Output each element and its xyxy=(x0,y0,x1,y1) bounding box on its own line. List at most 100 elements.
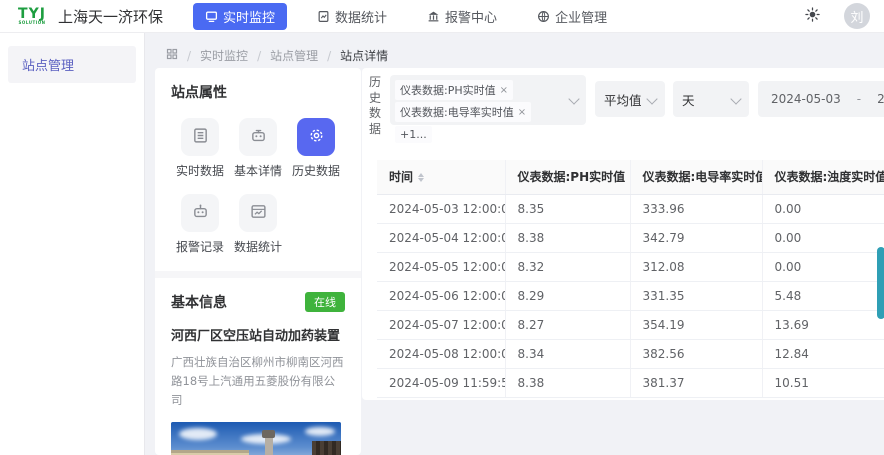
chevron-down-icon xyxy=(646,93,658,105)
metric-multiselect[interactable]: 仪表数据:PH实时值 × 仪表数据:电导率实时值 × +1... xyxy=(390,75,586,143)
grid-icon xyxy=(166,48,178,63)
date-start: 2024-05-03 xyxy=(771,92,841,106)
top-navbar: TYJ SOLUTION 上海天一济环保 实时监控 数据统计 报警中心 企业管理… xyxy=(0,0,884,33)
chevron-down-icon xyxy=(568,93,580,105)
cell-ph: 8.29 xyxy=(505,281,631,311)
theme-sun-icon[interactable] xyxy=(805,6,820,26)
robot-icon xyxy=(250,127,267,148)
brand-title: 上海天一济环保 xyxy=(58,7,164,26)
aggregation-select[interactable]: 平均值 xyxy=(595,81,665,117)
chart-document-icon xyxy=(317,10,330,23)
history-data-card: 历史数据 仪表数据:PH实时值 × 仪表数据:电导率实时值 × +1... 平均值 … xyxy=(362,68,884,400)
main-nav: 实时监控 数据统计 报警中心 企业管理 xyxy=(193,2,617,30)
nav-label: 企业管理 xyxy=(555,10,608,26)
remove-tag-icon[interactable]: × xyxy=(518,107,526,118)
date-range-picker[interactable]: 2024-05-03 - 2024- xyxy=(758,81,884,117)
cell-time: 2024-05-09 11:59:59 xyxy=(377,368,506,398)
nav-item-realtime-monitor[interactable]: 实时监控 xyxy=(193,2,288,30)
logo-text: TYJ xyxy=(18,6,46,22)
nav-label: 报警中心 xyxy=(445,10,498,26)
table-header-row: 时间 仪表数据:PH实时值 仪表数据:电导率实时值 仪表数据:浊度实时值 xyxy=(377,160,884,195)
column-header-ph[interactable]: 仪表数据:PH实时值 xyxy=(505,160,631,195)
sidebar-item-station-management[interactable]: 站点管理 xyxy=(8,46,136,83)
breadcrumb-separator: / xyxy=(327,48,332,63)
breadcrumb-station-management[interactable]: 站点管理 xyxy=(270,47,318,64)
status-badge-online: 在线 xyxy=(305,292,345,312)
table-row: 2024-05-07 12:00:00 8.27 354.19 13.69 xyxy=(377,310,884,340)
station-photo xyxy=(171,421,341,455)
breadcrumb-realtime-monitor[interactable]: 实时监控 xyxy=(200,47,248,64)
tile-realtime-data[interactable]: 实时数据 xyxy=(171,118,229,179)
cell-conductivity: 342.79 xyxy=(630,223,763,253)
gear-icon xyxy=(308,127,325,148)
station-attributes-title: 站点属性 xyxy=(171,85,227,101)
tile-alarm-records[interactable]: 报警记录 xyxy=(171,194,229,255)
breadcrumb-separator: / xyxy=(257,48,262,63)
globe-icon xyxy=(537,10,550,23)
user-avatar[interactable]: 刘 xyxy=(844,3,870,29)
cell-conductivity: 382.56 xyxy=(630,339,763,369)
date-separator: - xyxy=(856,92,862,106)
cell-time: 2024-05-05 12:00:00 xyxy=(377,252,506,282)
table-row: 2024-05-09 11:59:59 8.38 381.37 10.51 xyxy=(377,368,884,398)
station-panel-card: 站点属性 实时数据 基本详情 历史数据 报警记录 数据统计 基本信息 在线 河西… xyxy=(155,68,361,455)
column-header-turbidity[interactable]: 仪表数据:浊度实时值 xyxy=(762,160,884,195)
remove-tag-icon[interactable]: × xyxy=(500,85,508,96)
monitor-icon xyxy=(205,10,218,23)
nav-item-enterprise-management[interactable]: 企业管理 xyxy=(527,3,617,30)
nav-item-data-statistics[interactable]: 数据统计 xyxy=(307,3,397,30)
date-end: 2024- xyxy=(877,92,884,106)
table-row: 2024-05-05 12:00:00 8.32 312.08 0.00 xyxy=(377,252,884,282)
cell-turbidity: 12.84 xyxy=(762,339,884,369)
selected-metric-tag[interactable]: 仪表数据:PH实时值 × xyxy=(395,80,514,100)
history-data-label: 历史数据 xyxy=(369,75,382,136)
cell-ph: 8.35 xyxy=(505,194,631,224)
cell-turbidity: 13.69 xyxy=(762,310,884,340)
company-logo: TYJ SOLUTION xyxy=(14,7,50,25)
cell-time: 2024-05-03 12:00:00 xyxy=(377,194,506,224)
cell-ph: 8.38 xyxy=(505,223,631,253)
cell-ph: 8.38 xyxy=(505,368,631,398)
cell-turbidity: 0.00 xyxy=(762,252,884,282)
cell-time: 2024-05-07 12:00:00 xyxy=(377,310,506,340)
table-row: 2024-05-08 12:00:00 8.34 382.56 12.84 xyxy=(377,339,884,369)
cell-conductivity: 331.35 xyxy=(630,281,763,311)
cell-conductivity: 381.37 xyxy=(630,368,763,398)
tile-history-data[interactable]: 历史数据 xyxy=(287,118,345,179)
cell-ph: 8.32 xyxy=(505,252,631,282)
station-name: 河西厂区空压站自动加药装置 xyxy=(171,329,341,344)
cell-time: 2024-05-04 12:00:00 xyxy=(377,223,506,253)
nav-item-alarm-center[interactable]: 报警中心 xyxy=(417,3,507,30)
logo-subtext: SOLUTION xyxy=(18,20,46,25)
cell-turbidity: 0.00 xyxy=(762,223,884,253)
table-row: 2024-05-04 12:00:00 8.38 342.79 0.00 xyxy=(377,223,884,253)
more-tags-badge[interactable]: +1... xyxy=(395,126,432,143)
table-scrollbar-thumb[interactable] xyxy=(877,247,884,319)
chevron-down-icon xyxy=(730,93,742,105)
column-header-time[interactable]: 时间 xyxy=(377,160,506,195)
selected-metric-tag[interactable]: 仪表数据:电导率实时值 × xyxy=(395,102,532,122)
breadcrumb-separator: / xyxy=(187,48,192,63)
bank-alarm-icon xyxy=(427,10,440,23)
station-address: 广西壮族自治区柳州市柳南区河西路18号上汽通用五菱股份有限公司 xyxy=(171,354,344,407)
cell-ph: 8.27 xyxy=(505,310,631,340)
cell-turbidity: 5.48 xyxy=(762,281,884,311)
cell-turbidity: 0.00 xyxy=(762,194,884,224)
table-row: 2024-05-06 12:00:00 8.29 331.35 5.48 xyxy=(377,281,884,311)
interval-select[interactable]: 天 xyxy=(673,81,749,117)
list-icon xyxy=(192,127,209,148)
station-action-tiles: 实时数据 基本详情 历史数据 报警记录 数据统计 xyxy=(171,118,345,255)
breadcrumb: / 实时监控 / 站点管理 / 站点详情 xyxy=(166,47,388,64)
left-sidebar: 站点管理 xyxy=(0,33,145,455)
section-divider xyxy=(155,271,361,278)
column-header-conductivity[interactable]: 仪表数据:电导率实时值 xyxy=(630,160,763,195)
table-row: 2024-05-03 12:00:00 8.35 333.96 0.00 xyxy=(377,194,884,224)
cell-conductivity: 312.08 xyxy=(630,252,763,282)
tile-basic-details[interactable]: 基本详情 xyxy=(229,118,287,179)
robot-alert-icon xyxy=(192,203,209,224)
cell-conductivity: 354.19 xyxy=(630,310,763,340)
basic-info-title: 基本信息 xyxy=(171,295,227,311)
sort-icon[interactable] xyxy=(418,173,425,183)
stats-window-icon xyxy=(250,203,267,224)
tile-data-statistics[interactable]: 数据统计 xyxy=(229,194,287,255)
